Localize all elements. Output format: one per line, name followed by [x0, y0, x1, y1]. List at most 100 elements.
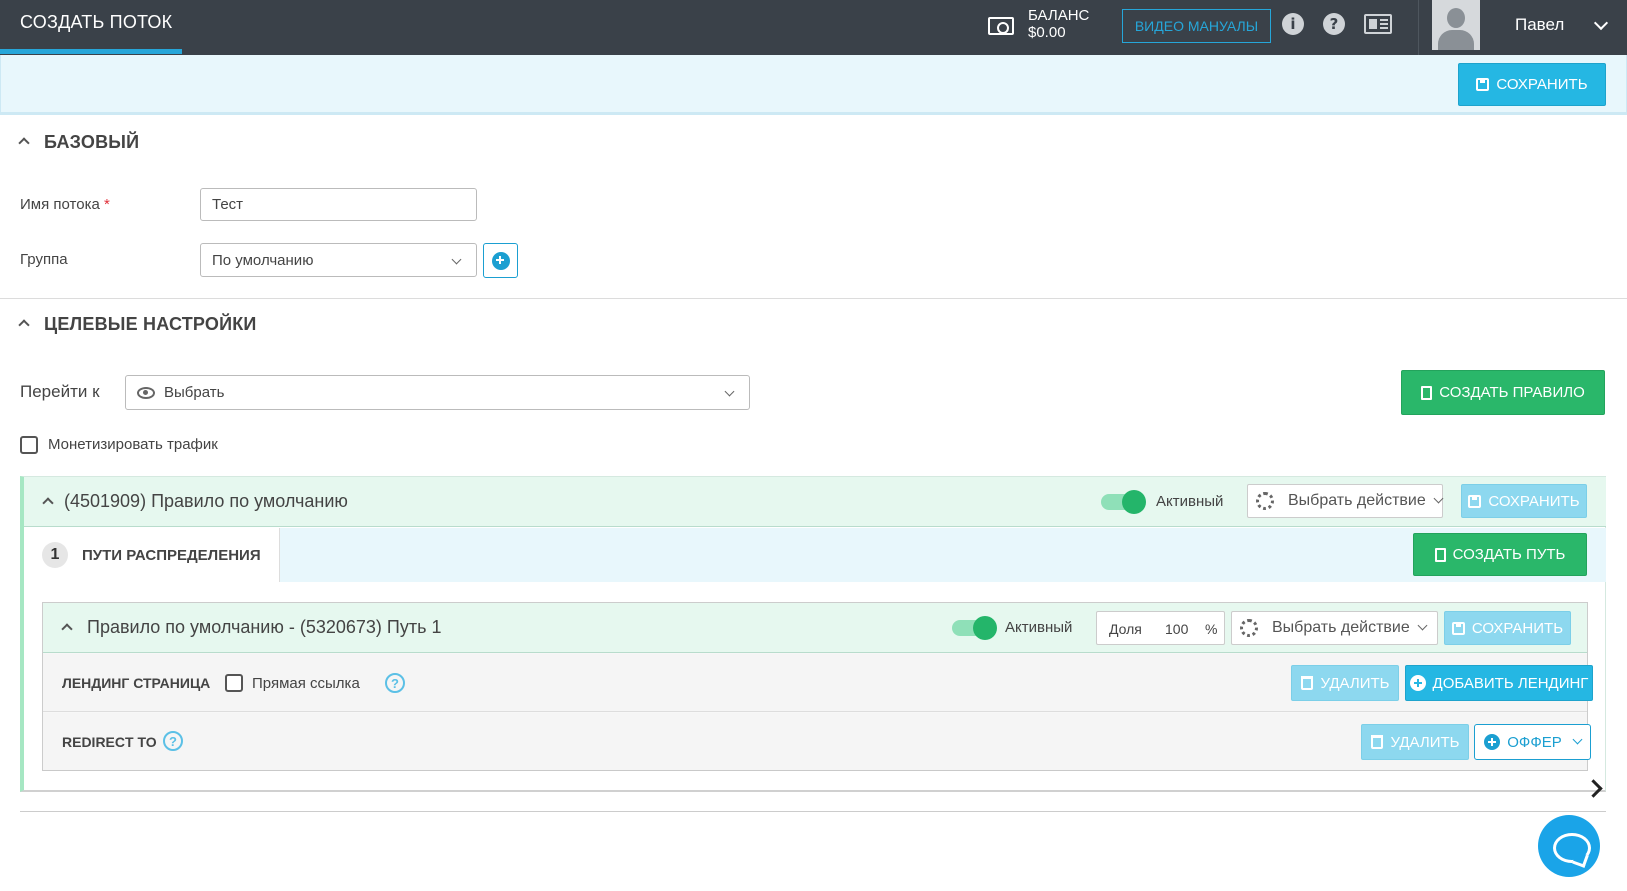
redirect-label: REDIRECT TO	[62, 734, 157, 750]
create-rule-button[interactable]: СОЗДАТЬ ПРАВИЛО	[1401, 370, 1605, 415]
goto-select[interactable]: Выбрать	[125, 375, 750, 410]
avatar[interactable]	[1432, 0, 1480, 50]
plus-circle-icon	[1484, 734, 1501, 750]
money-icon	[988, 17, 1014, 35]
info-icon[interactable]: i	[1282, 13, 1304, 35]
create-path-label: СОЗДАТЬ ПУТЬ	[1452, 546, 1566, 563]
rule-active-toggle[interactable]	[1101, 490, 1146, 514]
action-bar: СОХРАНИТЬ	[0, 55, 1627, 115]
landing-delete-label: УДАЛИТЬ	[1320, 674, 1390, 692]
landing-label: ЛЕНДИНГ СТРАНИЦА	[62, 675, 211, 691]
rule-action-select-value: Выбрать действие	[1288, 492, 1426, 509]
share-value: 100	[1165, 621, 1189, 637]
rule-header[interactable]: (4501909) Правило по умолчанию Активный …	[24, 477, 1606, 527]
landing-delete-button[interactable]: УДАЛИТЬ	[1291, 665, 1399, 701]
top-bar: СОЗДАТЬ ПОТОК БАЛАНС $0.00 ВИДЕО МАНУАЛЫ…	[0, 0, 1627, 55]
chevron-down-icon	[1433, 493, 1444, 503]
plus-circle-icon	[1409, 675, 1426, 691]
chat-widget-icon[interactable]	[1538, 815, 1600, 877]
section-divider	[0, 298, 1627, 299]
chevron-down-icon	[451, 254, 462, 265]
gears-icon	[1256, 492, 1274, 510]
offer-dropdown-button[interactable]: ОФФЕР	[1474, 724, 1591, 760]
create-path-button[interactable]: СОЗДАТЬ ПУТЬ	[1413, 533, 1587, 576]
path-active-label: Активный	[1005, 619, 1073, 636]
direct-link-checkbox[interactable]	[225, 674, 243, 692]
goto-label: Перейти к	[20, 382, 100, 401]
news-icon[interactable]	[1364, 14, 1392, 34]
goto-select-value: Выбрать	[164, 384, 225, 401]
balance-value: $0.00	[1028, 24, 1066, 41]
share-label: Доля	[1109, 621, 1142, 637]
user-name[interactable]: Павел	[1515, 15, 1564, 35]
path-save-label: СОХРАНИТЬ	[1471, 619, 1564, 637]
create-rule-label: СОЗДАТЬ ПРАВИЛО	[1439, 384, 1585, 401]
save-button[interactable]: СОХРАНИТЬ	[1458, 63, 1606, 106]
path-action-select-value: Выбрать действие	[1272, 619, 1410, 636]
plus-circle-icon	[491, 251, 510, 270]
group-select[interactable]: По умолчанию	[200, 243, 477, 277]
stream-name-input[interactable]: Тест	[200, 188, 477, 221]
path-title: Правило по умолчанию - (5320673) Путь 1	[87, 617, 442, 637]
share-unit: %	[1205, 621, 1218, 637]
group-select-value: По умолчанию	[212, 251, 314, 269]
help-icon[interactable]: ?	[163, 731, 183, 751]
save-button-label: СОХРАНИТЬ	[1496, 76, 1588, 93]
path-header[interactable]: Правило по умолчанию - (5320673) Путь 1 …	[43, 603, 1587, 653]
rule-active-label: Активный	[1156, 493, 1224, 510]
add-group-button[interactable]	[483, 243, 518, 278]
path-save-button[interactable]: СОХРАНИТЬ	[1444, 611, 1571, 645]
document-icon	[1421, 385, 1433, 400]
share-input[interactable]: Доля 100 %	[1096, 611, 1225, 645]
monetize-checkbox[interactable]	[20, 436, 38, 454]
trash-icon	[1370, 735, 1383, 749]
rule-save-button[interactable]: СОХРАНИТЬ	[1461, 484, 1587, 518]
add-landing-button[interactable]: ДОБАВИТЬ ЛЕНДИНГ	[1405, 665, 1593, 701]
chevron-down-icon	[1572, 734, 1583, 744]
direct-link-label: Прямая ссылка	[252, 675, 360, 692]
user-menu-chevron-icon[interactable]	[1593, 15, 1609, 31]
save-icon	[1451, 621, 1465, 635]
group-label: Группа	[20, 251, 68, 268]
save-icon	[1468, 494, 1482, 508]
bottom-divider	[20, 811, 1606, 812]
rule-title: (4501909) Правило по умолчанию	[64, 491, 348, 511]
redirect-row: REDIRECT TO ? УДАЛИТЬ ОФФЕР	[43, 713, 1591, 770]
landing-row: ЛЕНДИНГ СТРАНИЦА Прямая ссылка ? УДАЛИТЬ…	[43, 654, 1593, 712]
chevron-down-icon	[1417, 620, 1428, 630]
rule-card: (4501909) Правило по умолчанию Активный …	[20, 476, 1606, 792]
collapse-icon	[18, 319, 30, 331]
help-icon[interactable]: ?	[1323, 13, 1345, 35]
balance: БАЛАНС $0.00	[1028, 7, 1089, 41]
collapse-icon	[42, 497, 54, 509]
offer-label: ОФФЕР	[1507, 733, 1562, 751]
stream-name-label: Имя потока *	[20, 196, 110, 213]
collapse-icon	[18, 137, 30, 149]
tab-label: ПУТИ РАСПРЕДЕЛЕНИЯ	[82, 547, 261, 564]
document-icon	[1434, 547, 1446, 562]
path-action-select[interactable]: Выбрать действие	[1231, 611, 1438, 645]
path-card: Правило по умолчанию - (5320673) Путь 1 …	[42, 602, 1593, 771]
trash-icon	[1300, 676, 1313, 690]
basic-section-header[interactable]: БАЗОВЫЙ	[18, 132, 140, 153]
gears-icon	[1240, 619, 1258, 637]
help-icon[interactable]: ?	[385, 673, 405, 693]
rule-tabs-bar: 1 ПУТИ РАСПРЕДЕЛЕНИЯ СОЗДАТЬ ПУТЬ	[24, 528, 1606, 582]
path-active-toggle[interactable]	[952, 616, 997, 640]
basic-heading: БАЗОВЫЙ	[44, 132, 140, 152]
active-tab-indicator	[0, 49, 182, 54]
redirect-delete-button[interactable]: УДАЛИТЬ	[1361, 724, 1469, 760]
rule-save-label: СОХРАНИТЬ	[1488, 492, 1580, 510]
eye-icon	[137, 386, 155, 399]
redirect-delete-label: УДАЛИТЬ	[1390, 733, 1460, 751]
rule-action-select[interactable]: Выбрать действие	[1247, 484, 1444, 518]
page-title: СОЗДАТЬ ПОТОК	[20, 12, 173, 32]
balance-label: БАЛАНС	[1028, 7, 1090, 24]
target-section-header[interactable]: ЦЕЛЕВЫЕ НАСТРОЙКИ	[18, 314, 257, 335]
save-icon	[1476, 78, 1490, 91]
collapse-icon	[61, 623, 73, 635]
chevron-down-icon	[724, 386, 735, 397]
video-manuals-button[interactable]: ВИДЕО МАНУАЛЫ	[1122, 9, 1271, 43]
topbar-divider	[1418, 0, 1419, 55]
tab-distribution-paths[interactable]: 1 ПУТИ РАСПРЕДЕЛЕНИЯ	[24, 528, 280, 582]
